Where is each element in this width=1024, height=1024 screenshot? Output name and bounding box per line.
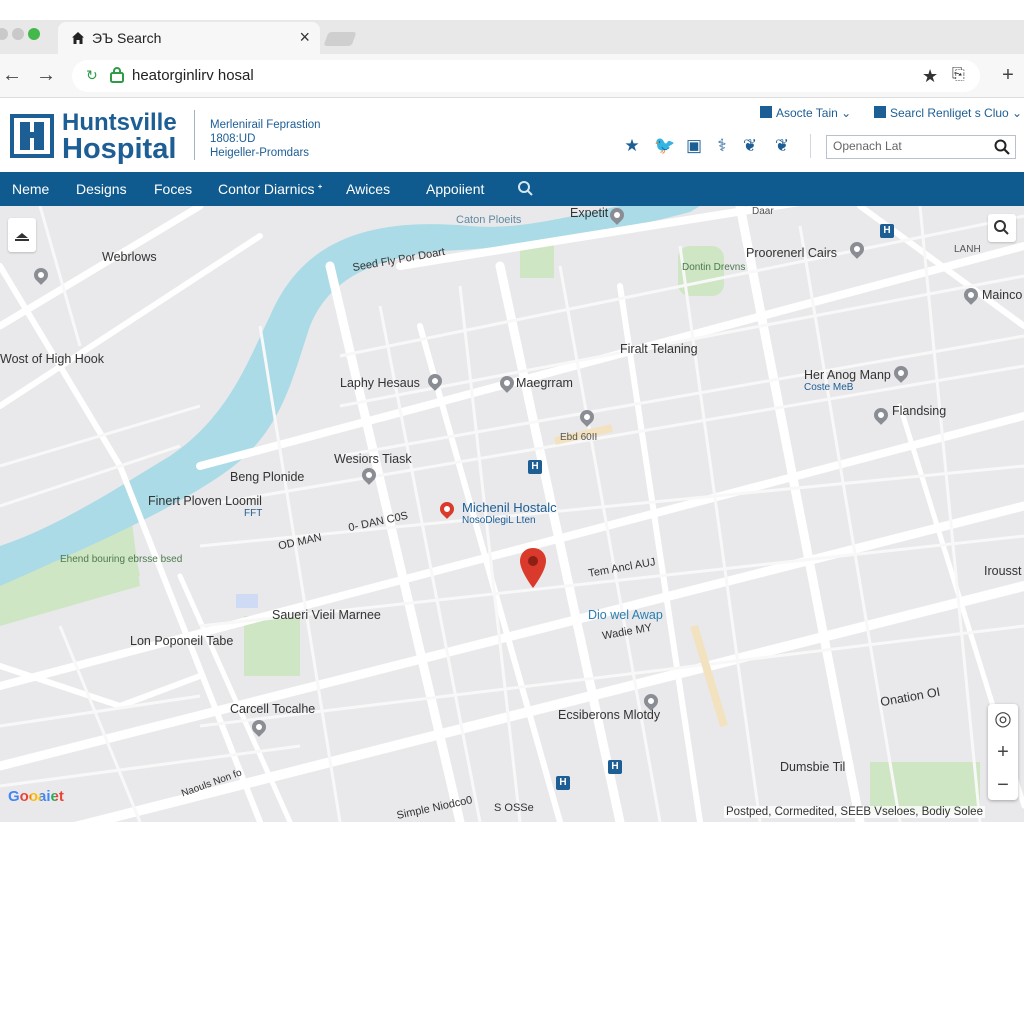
map-label: Maegrram	[516, 376, 573, 390]
browser-tab-active[interactable]: ЭЪ Search ×	[58, 22, 320, 54]
site-search-input[interactable]	[833, 139, 983, 153]
map-search-button[interactable]	[988, 214, 1016, 242]
address-bar[interactable]: ↻ heatorginlirv hosal ★ ⎘	[72, 60, 980, 92]
window-controls	[0, 28, 40, 42]
google-logo[interactable]: Gooaiet	[8, 788, 64, 805]
map-label: Dumsbie Til	[780, 760, 846, 774]
new-tab-button[interactable]	[323, 32, 357, 46]
map-label: Wesiors Tiask	[334, 452, 412, 466]
lock-icon	[110, 67, 124, 83]
map-label: Saueri Vieil Marnee	[272, 608, 381, 622]
map-zoom-controls: ◎ + −	[988, 704, 1018, 800]
map-label: Carcell Tocalhe	[230, 702, 316, 716]
map-label: Ecsiberons Mlotdy	[558, 708, 661, 722]
tagline-line: Merlenirail Feprastion	[210, 119, 321, 131]
map-label: Irousst	[984, 564, 1022, 578]
map-label: Beng Plonide	[230, 470, 305, 484]
leaf-icon[interactable]: ❦	[740, 136, 760, 156]
maximize-window-dot[interactable]	[28, 28, 40, 40]
tab-title: ЭЪ Search	[92, 30, 162, 46]
map-label: Daar	[752, 206, 774, 217]
park-area	[244, 616, 300, 676]
top-link-search[interactable]: Searcl Renliget s Cluo ⌄	[874, 106, 1022, 120]
map-label: Finert Ploven Loomil	[148, 494, 262, 508]
site-header: Huntsville Hospital Merlenirail Feprasti…	[0, 98, 1024, 172]
map-label-hospital[interactable]: Michenil Hostalc	[462, 500, 557, 515]
hospital-marker-icon[interactable]: H	[880, 224, 894, 238]
map-label: Dontin Drevns	[682, 262, 746, 273]
extension-icon[interactable]: ⎘	[952, 66, 965, 84]
tagline-line: Heigeller-Promdars	[210, 147, 310, 159]
nav-item-foces[interactable]: Foces	[154, 181, 192, 197]
map-label: Webrlows	[102, 250, 157, 264]
hospital-marker-icon[interactable]: H	[528, 460, 542, 474]
hospital-marker-icon[interactable]: H	[608, 760, 622, 774]
map-label: Expetit	[570, 206, 609, 220]
zoom-out-button[interactable]: −	[988, 770, 1018, 800]
reload-icon[interactable]: ↻	[86, 67, 98, 84]
locate-icon[interactable]: ◎	[988, 704, 1018, 734]
url-text: heatorginlirv hosal	[132, 67, 254, 84]
map-label: Coste MeB	[804, 382, 854, 393]
tagline-line: 1808:UD	[210, 133, 256, 145]
top-link-label: Searcl Renliget s Cluo ⌄	[890, 106, 1023, 120]
map-view[interactable]: Wost of High Hook Webrlows Seed Fly Por …	[0, 206, 1024, 822]
zoom-in-button[interactable]: +	[988, 737, 1018, 767]
nav-search-icon[interactable]	[516, 179, 534, 200]
hospital-logo-icon[interactable]	[10, 114, 54, 158]
minimize-window-dot[interactable]	[12, 28, 24, 40]
back-arrow-icon[interactable]: ←	[0, 63, 24, 87]
site-search-box	[826, 135, 1016, 159]
map-label: Ebd 60II	[560, 432, 598, 443]
map-label: Firalt Telaning	[620, 342, 698, 356]
map-label: Ehend bouring ebrsse bsed	[60, 554, 183, 565]
hospital-marker-icon[interactable]: H	[556, 776, 570, 790]
close-window-dot[interactable]	[0, 28, 8, 40]
map-label: Flandsing	[892, 404, 947, 418]
map-label: Wost of High Hook	[0, 352, 104, 366]
map-label: Dio wel Awap	[588, 608, 663, 622]
park-area	[870, 762, 980, 812]
map-label: Lon Poponeil Tabe	[130, 634, 234, 648]
nav-item-appoiient[interactable]: Appoiient	[426, 181, 484, 197]
map-label: S OSSe	[494, 802, 534, 814]
map-attribution[interactable]: Postped, Cormedited, SEEB Vseloes, Bodiy…	[724, 806, 985, 818]
twitter-icon[interactable]: 🐦	[654, 136, 675, 156]
map-label: Proorenerl Cairs	[746, 246, 838, 260]
star-icon[interactable]: ★	[622, 136, 642, 156]
selected-location-marker-icon[interactable]	[518, 546, 548, 590]
caduceus-icon[interactable]: ⚕	[712, 136, 732, 156]
top-link-label: Asocte Tain ⌄	[776, 106, 852, 120]
logo-line-2: Hospital	[62, 133, 177, 165]
flag-icon	[760, 106, 772, 118]
feather-icon[interactable]: ❦	[772, 136, 792, 156]
bookmark-star-icon[interactable]: ★	[922, 66, 938, 87]
nav-item-designs[interactable]: Designs	[76, 181, 127, 197]
map-label: LANH	[954, 244, 981, 255]
map-label: Laphy Hesaus	[340, 376, 420, 390]
main-navigation: Neme Designs Foces Contor Diarnics ᐩ Awi…	[0, 172, 1024, 206]
tab-close-icon[interactable]: ×	[299, 27, 310, 48]
divider	[194, 110, 195, 160]
nav-item-neme[interactable]: Neme	[12, 181, 49, 197]
map-label: NosoDlegiL Lten	[462, 515, 536, 526]
map-label: FFT	[244, 508, 263, 519]
nav-item-awices[interactable]: Awices	[346, 181, 390, 197]
layers-button[interactable]	[8, 218, 36, 252]
tagline: Merlenirail Feprastion 1808:UD Heigeller…	[210, 118, 321, 160]
forward-arrow-icon[interactable]: →	[34, 63, 58, 87]
browser-toolbar: ← → ↻ heatorginlirv hosal ★ ⎘ +	[0, 54, 1024, 98]
add-icon[interactable]: +	[996, 63, 1020, 87]
top-link-associate[interactable]: Asocte Tain ⌄	[760, 106, 851, 120]
nav-item-contor-diarnics[interactable]: Contor Diarnics ᐩ	[218, 181, 323, 198]
map-label: Mainco	[982, 288, 1023, 302]
square-icon[interactable]: ▣	[684, 136, 704, 156]
map-label: Caton Ploeits	[456, 214, 522, 226]
search-icon[interactable]	[993, 138, 1011, 156]
map-label: Her Anog Manp	[804, 368, 891, 382]
divider	[810, 134, 811, 158]
filter-icon	[874, 106, 886, 118]
home-icon	[71, 31, 85, 45]
hospital-logo-text[interactable]: Huntsville Hospital	[62, 110, 177, 165]
